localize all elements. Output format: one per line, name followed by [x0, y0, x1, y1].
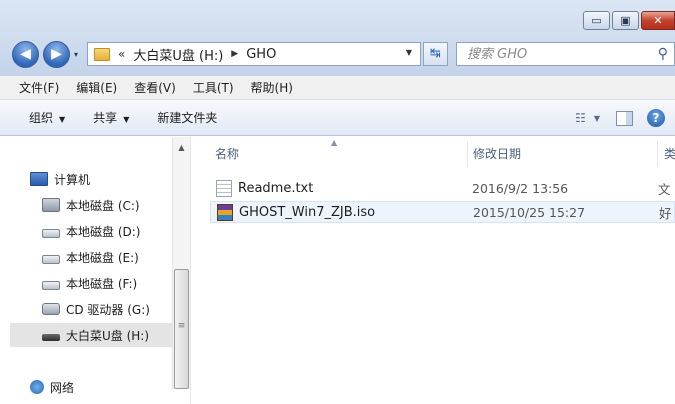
- command-bar: 组织 ▼ 共享 ▼ 新建文件夹 ☷ ▼ ?: [0, 100, 675, 136]
- scroll-grip-icon: ≡: [177, 321, 186, 331]
- computer-icon: [30, 172, 48, 186]
- preview-pane-icon[interactable]: [616, 110, 633, 126]
- help-icon[interactable]: ?: [647, 109, 665, 127]
- folder-icon: [94, 47, 110, 61]
- file-row[interactable]: Readme.txt 2016/9/2 13:56 文: [210, 177, 675, 199]
- file-list: ▲ 名称 修改日期 类 Readme.txt 2016/9/2 13:56 文 …: [191, 137, 675, 404]
- new-folder-button[interactable]: 新建文件夹: [157, 109, 217, 126]
- nav-item-label: 本地磁盘 (D:): [66, 224, 141, 239]
- column-separator[interactable]: [657, 141, 658, 167]
- nav-item-label: 大白菜U盘 (H:): [66, 328, 150, 343]
- text-file-icon: [216, 179, 232, 197]
- column-header-type[interactable]: 类: [664, 137, 675, 169]
- breadcrumb-folder[interactable]: GHO: [246, 47, 276, 62]
- sort-ascending-icon: ▲: [331, 138, 338, 147]
- recent-pages-dropdown[interactable]: ▾: [74, 50, 78, 59]
- column-separator[interactable]: [467, 141, 468, 167]
- nav-item-label: 本地磁盘 (E:): [66, 250, 139, 265]
- search-input[interactable]: [457, 43, 637, 65]
- cd-drive-icon: [42, 303, 60, 315]
- file-type: 好: [659, 205, 672, 221]
- breadcrumb-drive[interactable]: 大白菜U盘 (H:): [133, 45, 223, 64]
- breadcrumb-separator-icon[interactable]: ▶: [231, 49, 238, 59]
- search-icon[interactable]: ⚲: [658, 46, 668, 62]
- file-date: 2015/10/25 15:27: [473, 204, 586, 220]
- nav-item-label: 计算机: [54, 172, 91, 187]
- refresh-icon: ↹: [430, 46, 441, 61]
- navigation-pane: 计算机 本地磁盘 (C:) 本地磁盘 (D:) 本地磁盘 (E:) 本地磁盘 (…: [0, 137, 190, 404]
- search-box[interactable]: ⚲: [456, 42, 675, 66]
- view-dropdown-icon[interactable]: ▼: [594, 114, 600, 123]
- menu-tools[interactable]: 工具(T): [193, 79, 234, 96]
- menu-file[interactable]: 文件(F): [19, 79, 59, 96]
- view-controls: ☷ ▼ ?: [565, 109, 665, 127]
- nav-item-label: 网络: [50, 380, 75, 395]
- back-button[interactable]: ◀: [12, 41, 39, 68]
- menu-bar: 文件(F) 编辑(E) 查看(V) 工具(T) 帮助(H): [0, 76, 675, 100]
- network-icon: [30, 380, 44, 394]
- menu-help[interactable]: 帮助(H): [251, 79, 293, 96]
- minimize-button[interactable]: ▭: [583, 11, 610, 30]
- close-button[interactable]: ✕: [641, 11, 675, 30]
- file-date: 2016/9/2 13:56: [472, 180, 569, 196]
- forward-arrow-icon: ▶: [51, 46, 62, 62]
- column-header-name[interactable]: 名称: [215, 137, 239, 169]
- nav-item-label: 本地磁盘 (C:): [66, 198, 140, 213]
- minimize-icon: ▭: [591, 14, 602, 27]
- maximize-button[interactable]: ▣: [612, 11, 639, 30]
- file-type: 文: [658, 181, 671, 197]
- close-icon: ✕: [653, 14, 663, 27]
- usb-drive-icon: [42, 334, 60, 341]
- back-arrow-icon: ◀: [20, 46, 31, 62]
- column-header-date[interactable]: 修改日期: [473, 137, 521, 169]
- file-row[interactable]: GHOST_Win7_ZJB.iso 2015/10/25 15:27 好: [210, 201, 675, 223]
- organize-button[interactable]: 组织 ▼: [29, 109, 65, 126]
- nav-item-label: 本地磁盘 (F:): [66, 276, 138, 291]
- scroll-thumb[interactable]: ≡: [174, 269, 189, 389]
- archive-file-icon: [217, 203, 233, 221]
- menu-view[interactable]: 查看(V): [134, 79, 176, 96]
- window-controls: ▭ ▣ ✕: [581, 11, 675, 30]
- share-label: 共享: [93, 111, 118, 125]
- refresh-button[interactable]: ↹: [423, 42, 448, 66]
- chevron-down-icon: ▼: [59, 115, 66, 124]
- forward-button[interactable]: ▶: [43, 41, 70, 68]
- drive-icon: [42, 280, 60, 290]
- title-address-area: ▭ ▣ ✕ ◀ ▶ ▾ « 大白菜U盘 (H:) ▶ GHO ▼ ↹ ⚲: [0, 0, 675, 76]
- chevron-down-icon: ▼: [123, 115, 130, 124]
- drive-icon: [42, 254, 60, 264]
- file-name: GHOST_Win7_ZJB.iso: [239, 204, 376, 220]
- file-name: Readme.txt: [238, 180, 314, 196]
- nav-item-usb-drive-h[interactable]: 大白菜U盘 (H:): [10, 323, 172, 347]
- scroll-up-icon[interactable]: ▲: [173, 143, 190, 152]
- address-dropdown-icon[interactable]: ▼: [406, 48, 412, 57]
- navpane-scrollbar[interactable]: ▲ ≡: [172, 137, 190, 389]
- address-bar[interactable]: « 大白菜U盘 (H:) ▶ GHO ▼: [87, 42, 421, 66]
- view-options-icon[interactable]: ☷: [575, 111, 586, 125]
- address-overflow[interactable]: «: [118, 47, 125, 61]
- menu-edit[interactable]: 编辑(E): [76, 79, 117, 96]
- nav-item-label: CD 驱动器 (G:): [66, 302, 150, 317]
- share-button[interactable]: 共享 ▼: [93, 109, 129, 126]
- maximize-icon: ▣: [620, 14, 631, 27]
- system-drive-icon: [42, 198, 60, 212]
- organize-label: 组织: [29, 111, 54, 125]
- drive-icon: [42, 228, 60, 238]
